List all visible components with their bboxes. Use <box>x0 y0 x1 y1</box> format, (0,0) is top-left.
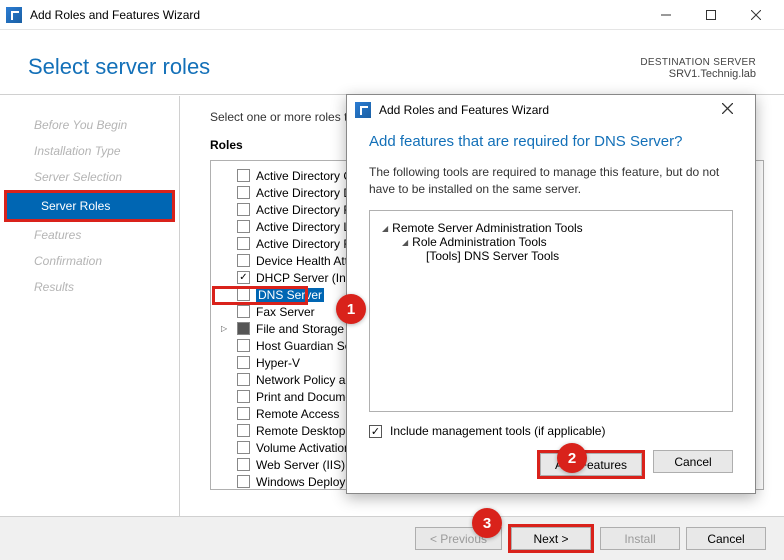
dialog-heading: Add features that are required for DNS S… <box>369 133 733 150</box>
dialog-titlebar: Add Roles and Features Wizard <box>347 95 755 125</box>
cancel-button[interactable]: Cancel <box>686 527 766 550</box>
nav-results[interactable]: Results <box>0 274 179 300</box>
dialog-buttons: Add Features Cancel <box>369 450 733 479</box>
nav-server-selection[interactable]: Server Selection <box>0 164 179 190</box>
nav-features[interactable]: Features <box>0 222 179 248</box>
dialog-close-button[interactable] <box>707 103 747 117</box>
checkbox-icon[interactable]: ✓ <box>369 425 382 438</box>
checkbox-icon[interactable] <box>237 322 250 335</box>
annotation-badge-3: 3 <box>472 508 502 538</box>
app-icon <box>6 7 22 23</box>
nav-confirmation[interactable]: Confirmation <box>0 248 179 274</box>
checkbox-icon[interactable] <box>237 339 250 352</box>
checkbox-icon[interactable] <box>237 271 250 284</box>
checkbox-icon[interactable] <box>237 458 250 471</box>
checkbox-icon[interactable] <box>237 373 250 386</box>
page-title: Select server roles <box>28 54 210 80</box>
features-tree[interactable]: Remote Server Administration Tools Role … <box>369 210 733 412</box>
dialog-title: Add Roles and Features Wizard <box>379 103 549 117</box>
dialog-description: The following tools are required to mana… <box>369 164 733 198</box>
destination-label: DESTINATION SERVER <box>640 57 756 68</box>
tree-node[interactable]: Role Administration Tools <box>382 235 720 249</box>
nav-before-you-begin[interactable]: Before You Begin <box>0 112 179 138</box>
annotation-highlight-next: Next > <box>508 524 594 553</box>
nav-installation-type[interactable]: Installation Type <box>0 138 179 164</box>
checkbox-icon[interactable] <box>237 203 250 216</box>
wizard-footer: < Previous Next > Install Cancel <box>0 516 784 560</box>
annotation-badge-2: 2 <box>557 443 587 473</box>
window-title: Add Roles and Features Wizard <box>30 8 200 22</box>
dialog-cancel-button[interactable]: Cancel <box>653 450 733 473</box>
wizard-header: Select server roles DESTINATION SERVER S… <box>0 30 784 95</box>
dialog-body: Add features that are required for DNS S… <box>347 125 755 493</box>
maximize-button[interactable] <box>688 1 733 29</box>
checkbox-icon[interactable] <box>237 424 250 437</box>
nav-server-roles[interactable]: Server Roles <box>7 193 172 219</box>
annotation-highlight-addfeatures: Add Features <box>537 450 645 479</box>
checkbox-icon[interactable] <box>237 475 250 488</box>
destination-server: DESTINATION SERVER SRV1.Technig.lab <box>640 57 756 80</box>
checkbox-icon[interactable] <box>237 356 250 369</box>
install-button[interactable]: Install <box>600 527 680 550</box>
add-features-dialog: Add Roles and Features Wizard Add featur… <box>346 94 756 494</box>
tree-node[interactable]: [Tools] DNS Server Tools <box>382 249 720 263</box>
wizard-nav: Before You Begin Installation Type Serve… <box>0 96 180 516</box>
checkbox-icon[interactable] <box>237 305 250 318</box>
checkbox-icon[interactable] <box>237 169 250 182</box>
checkbox-icon[interactable] <box>237 237 250 250</box>
titlebar: Add Roles and Features Wizard <box>0 0 784 30</box>
checkbox-icon[interactable] <box>237 390 250 403</box>
checkbox-icon[interactable] <box>237 441 250 454</box>
window-controls <box>643 1 778 29</box>
annotation-highlight-dns <box>212 286 308 305</box>
checkbox-icon[interactable] <box>237 220 250 233</box>
include-tools-option[interactable]: ✓ Include management tools (if applicabl… <box>369 424 733 438</box>
include-tools-label: Include management tools (if applicable) <box>390 424 605 438</box>
tree-node[interactable]: Remote Server Administration Tools <box>382 221 720 235</box>
destination-value: SRV1.Technig.lab <box>640 68 756 80</box>
add-features-button[interactable]: Add Features <box>540 453 642 476</box>
checkbox-icon[interactable] <box>237 186 250 199</box>
close-button[interactable] <box>733 1 778 29</box>
next-button[interactable]: Next > <box>511 527 591 550</box>
checkbox-icon[interactable] <box>237 254 250 267</box>
nav-server-roles-highlight: Server Roles <box>4 190 175 222</box>
checkbox-icon[interactable] <box>237 407 250 420</box>
annotation-badge-1: 1 <box>336 294 366 324</box>
minimize-button[interactable] <box>643 1 688 29</box>
app-icon <box>355 102 371 118</box>
